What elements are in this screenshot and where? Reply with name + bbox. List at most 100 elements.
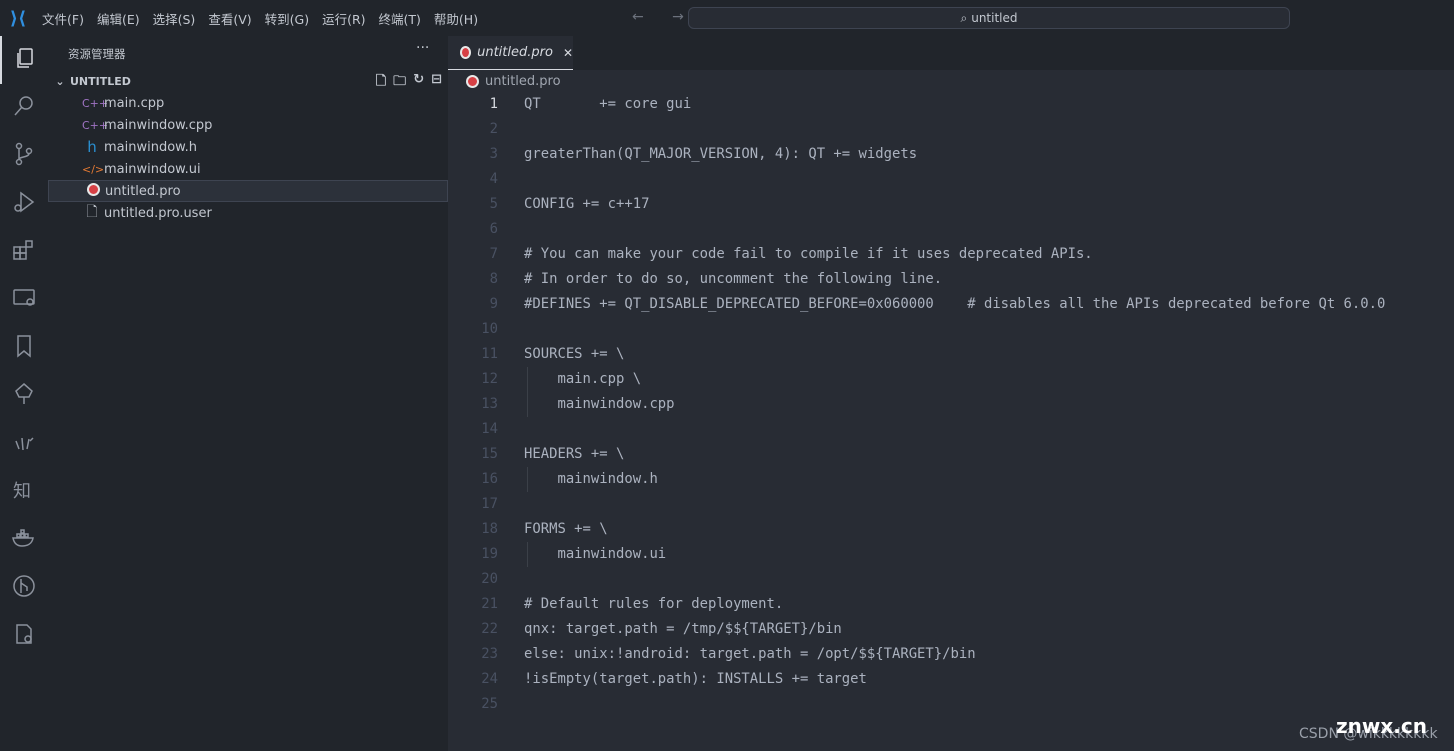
hand-icon	[11, 429, 37, 459]
explorer-title: 资源管理器	[68, 47, 126, 61]
line-number: 10	[481, 321, 498, 337]
search-icon	[11, 93, 37, 123]
code-line: else: unix:!android: target.path = /opt/…	[524, 646, 976, 662]
menu-item[interactable]: 终端(T)	[373, 9, 428, 28]
activity-extensions[interactable]	[0, 228, 48, 276]
settings-sync-icon	[11, 621, 37, 651]
header-file-icon: h	[87, 138, 97, 156]
new-file-icon[interactable]: 🗋	[376, 72, 386, 94]
qt-file-icon	[83, 183, 103, 199]
line-number: 11	[481, 346, 498, 362]
line-number: 3	[489, 146, 498, 162]
qt-file-icon	[460, 46, 472, 59]
menu-item[interactable]: 文件(F)	[36, 9, 91, 28]
code-line: # Default rules for deployment.	[524, 596, 784, 612]
nav-arrows[interactable]: ← →	[632, 9, 696, 25]
new-folder-icon[interactable]: 🗀	[393, 72, 406, 94]
line-number: 25	[481, 696, 498, 712]
file-name: main.cpp	[104, 95, 165, 111]
line-number: 1	[489, 96, 498, 112]
close-icon[interactable]: ✕	[563, 46, 573, 60]
line-number: 15	[481, 446, 498, 462]
code-line: HEADERS += \	[524, 446, 625, 462]
code-line: mainwindow.cpp	[524, 396, 675, 412]
vscode-logo-icon: ⟩⟨	[9, 7, 27, 29]
remote-explorer-icon	[11, 285, 37, 315]
code-line: # In order to do so, uncomment the follo…	[524, 271, 943, 287]
menu-item[interactable]: 帮助(H)	[428, 9, 485, 28]
line-number: 4	[489, 171, 498, 187]
line-number: 6	[489, 221, 498, 237]
chevron-down-icon: ⌄	[55, 74, 65, 88]
line-number: 7	[489, 246, 498, 262]
menu-item[interactable]: 选择(S)	[147, 9, 203, 28]
activity-git-graph[interactable]	[0, 564, 48, 612]
collapse-all-icon[interactable]: ⊟	[431, 72, 442, 94]
activity-explorer[interactable]	[0, 36, 48, 84]
title-bar: ⟩⟨ 文件(F) 编辑(E) 选择(S) 查看(V) 转到(G) 运行(R) 终端(T) 帮助…	[0, 0, 1454, 36]
activity-settings-sync[interactable]	[0, 612, 48, 660]
file-item[interactable]: 🗋 untitled.pro.user	[48, 202, 448, 224]
line-number: 17	[481, 496, 498, 512]
activity-hand[interactable]	[0, 420, 48, 468]
file-name: untitled.pro.user	[104, 205, 212, 221]
explorer-icon	[12, 45, 38, 75]
tab-untitled-pro[interactable]: untitled.pro ✕	[448, 36, 573, 70]
extensions-icon	[11, 237, 37, 267]
code-line: main.cpp \	[524, 371, 642, 387]
search-icon: ⌕	[960, 10, 968, 25]
code-line: greaterThan(QT_MAJOR_VERSION, 4): QT += …	[524, 146, 918, 162]
cpp-file-icon: C++	[82, 96, 109, 110]
line-number: 19	[481, 546, 498, 562]
file-name: untitled.pro	[105, 183, 181, 199]
docker-icon	[11, 525, 37, 555]
zhi-icon: 知	[11, 477, 37, 507]
activity-docker[interactable]	[0, 516, 48, 564]
file-icon: 🗋	[86, 204, 98, 220]
more-actions-button[interactable]: ···	[416, 40, 429, 56]
file-item[interactable]: C++ main.cpp	[48, 92, 448, 114]
code-line: qnx: target.path = /tmp/$${TARGET}/bin	[524, 621, 842, 637]
qt-file-icon	[466, 74, 479, 88]
line-number: 21	[481, 596, 498, 612]
menu-item[interactable]: 转到(G)	[259, 9, 316, 28]
line-number: 22	[481, 621, 498, 637]
menu-item[interactable]: 查看(V)	[202, 9, 258, 28]
watermark-site: znwx.cn	[1336, 714, 1427, 738]
line-number: 18	[481, 521, 498, 537]
code-line: mainwindow.ui	[524, 546, 667, 562]
activity-bookmarks[interactable]	[0, 324, 48, 372]
code-line: # You can make your code fail to compile…	[524, 246, 1093, 262]
activity-search[interactable]	[0, 84, 48, 132]
bookmarks-icon	[11, 333, 37, 363]
file-item[interactable]: </> mainwindow.ui	[48, 158, 448, 180]
menu-item[interactable]: 运行(R)	[316, 9, 372, 28]
ui-file-icon: </>	[82, 162, 105, 176]
menu-item[interactable]: 编辑(E)	[91, 9, 147, 28]
tree-icon	[11, 381, 37, 411]
file-name: mainwindow.ui	[104, 161, 201, 177]
file-item[interactable]: untitled.pro	[48, 180, 448, 202]
code-line: QT += core gui	[524, 96, 692, 112]
activity-run-debug[interactable]	[0, 180, 48, 228]
line-number: 13	[481, 396, 498, 412]
activity-tree[interactable]	[0, 372, 48, 420]
git-graph-icon	[11, 573, 37, 603]
activity-remote-explorer[interactable]	[0, 276, 48, 324]
svg-text:知: 知	[13, 481, 31, 502]
explorer-sidebar: 资源管理器 ··· ⌄ UNTITLED 🗋 🗀 ↻ ⊟ C++ main.cpp…	[48, 36, 448, 751]
activity-source-control[interactable]	[0, 132, 48, 180]
command-center-search[interactable]: ⌕ untitled	[688, 7, 1290, 29]
breadcrumb[interactable]: untitled.pro	[466, 72, 561, 90]
file-item[interactable]: C++ mainwindow.cpp	[48, 114, 448, 136]
activity-zhi[interactable]: 知	[0, 468, 48, 516]
line-number: 12	[481, 371, 498, 387]
file-name: mainwindow.cpp	[104, 117, 213, 133]
refresh-icon[interactable]: ↻	[413, 72, 424, 94]
code-line: mainwindow.h	[524, 471, 658, 487]
file-item[interactable]: h mainwindow.h	[48, 136, 448, 158]
workspace-section-header[interactable]: ⌄ UNTITLED 🗋 🗀 ↻ ⊟	[48, 70, 448, 92]
workspace-name: UNTITLED	[70, 74, 131, 88]
line-number: 20	[481, 571, 498, 587]
code-line: FORMS += \	[524, 521, 608, 537]
